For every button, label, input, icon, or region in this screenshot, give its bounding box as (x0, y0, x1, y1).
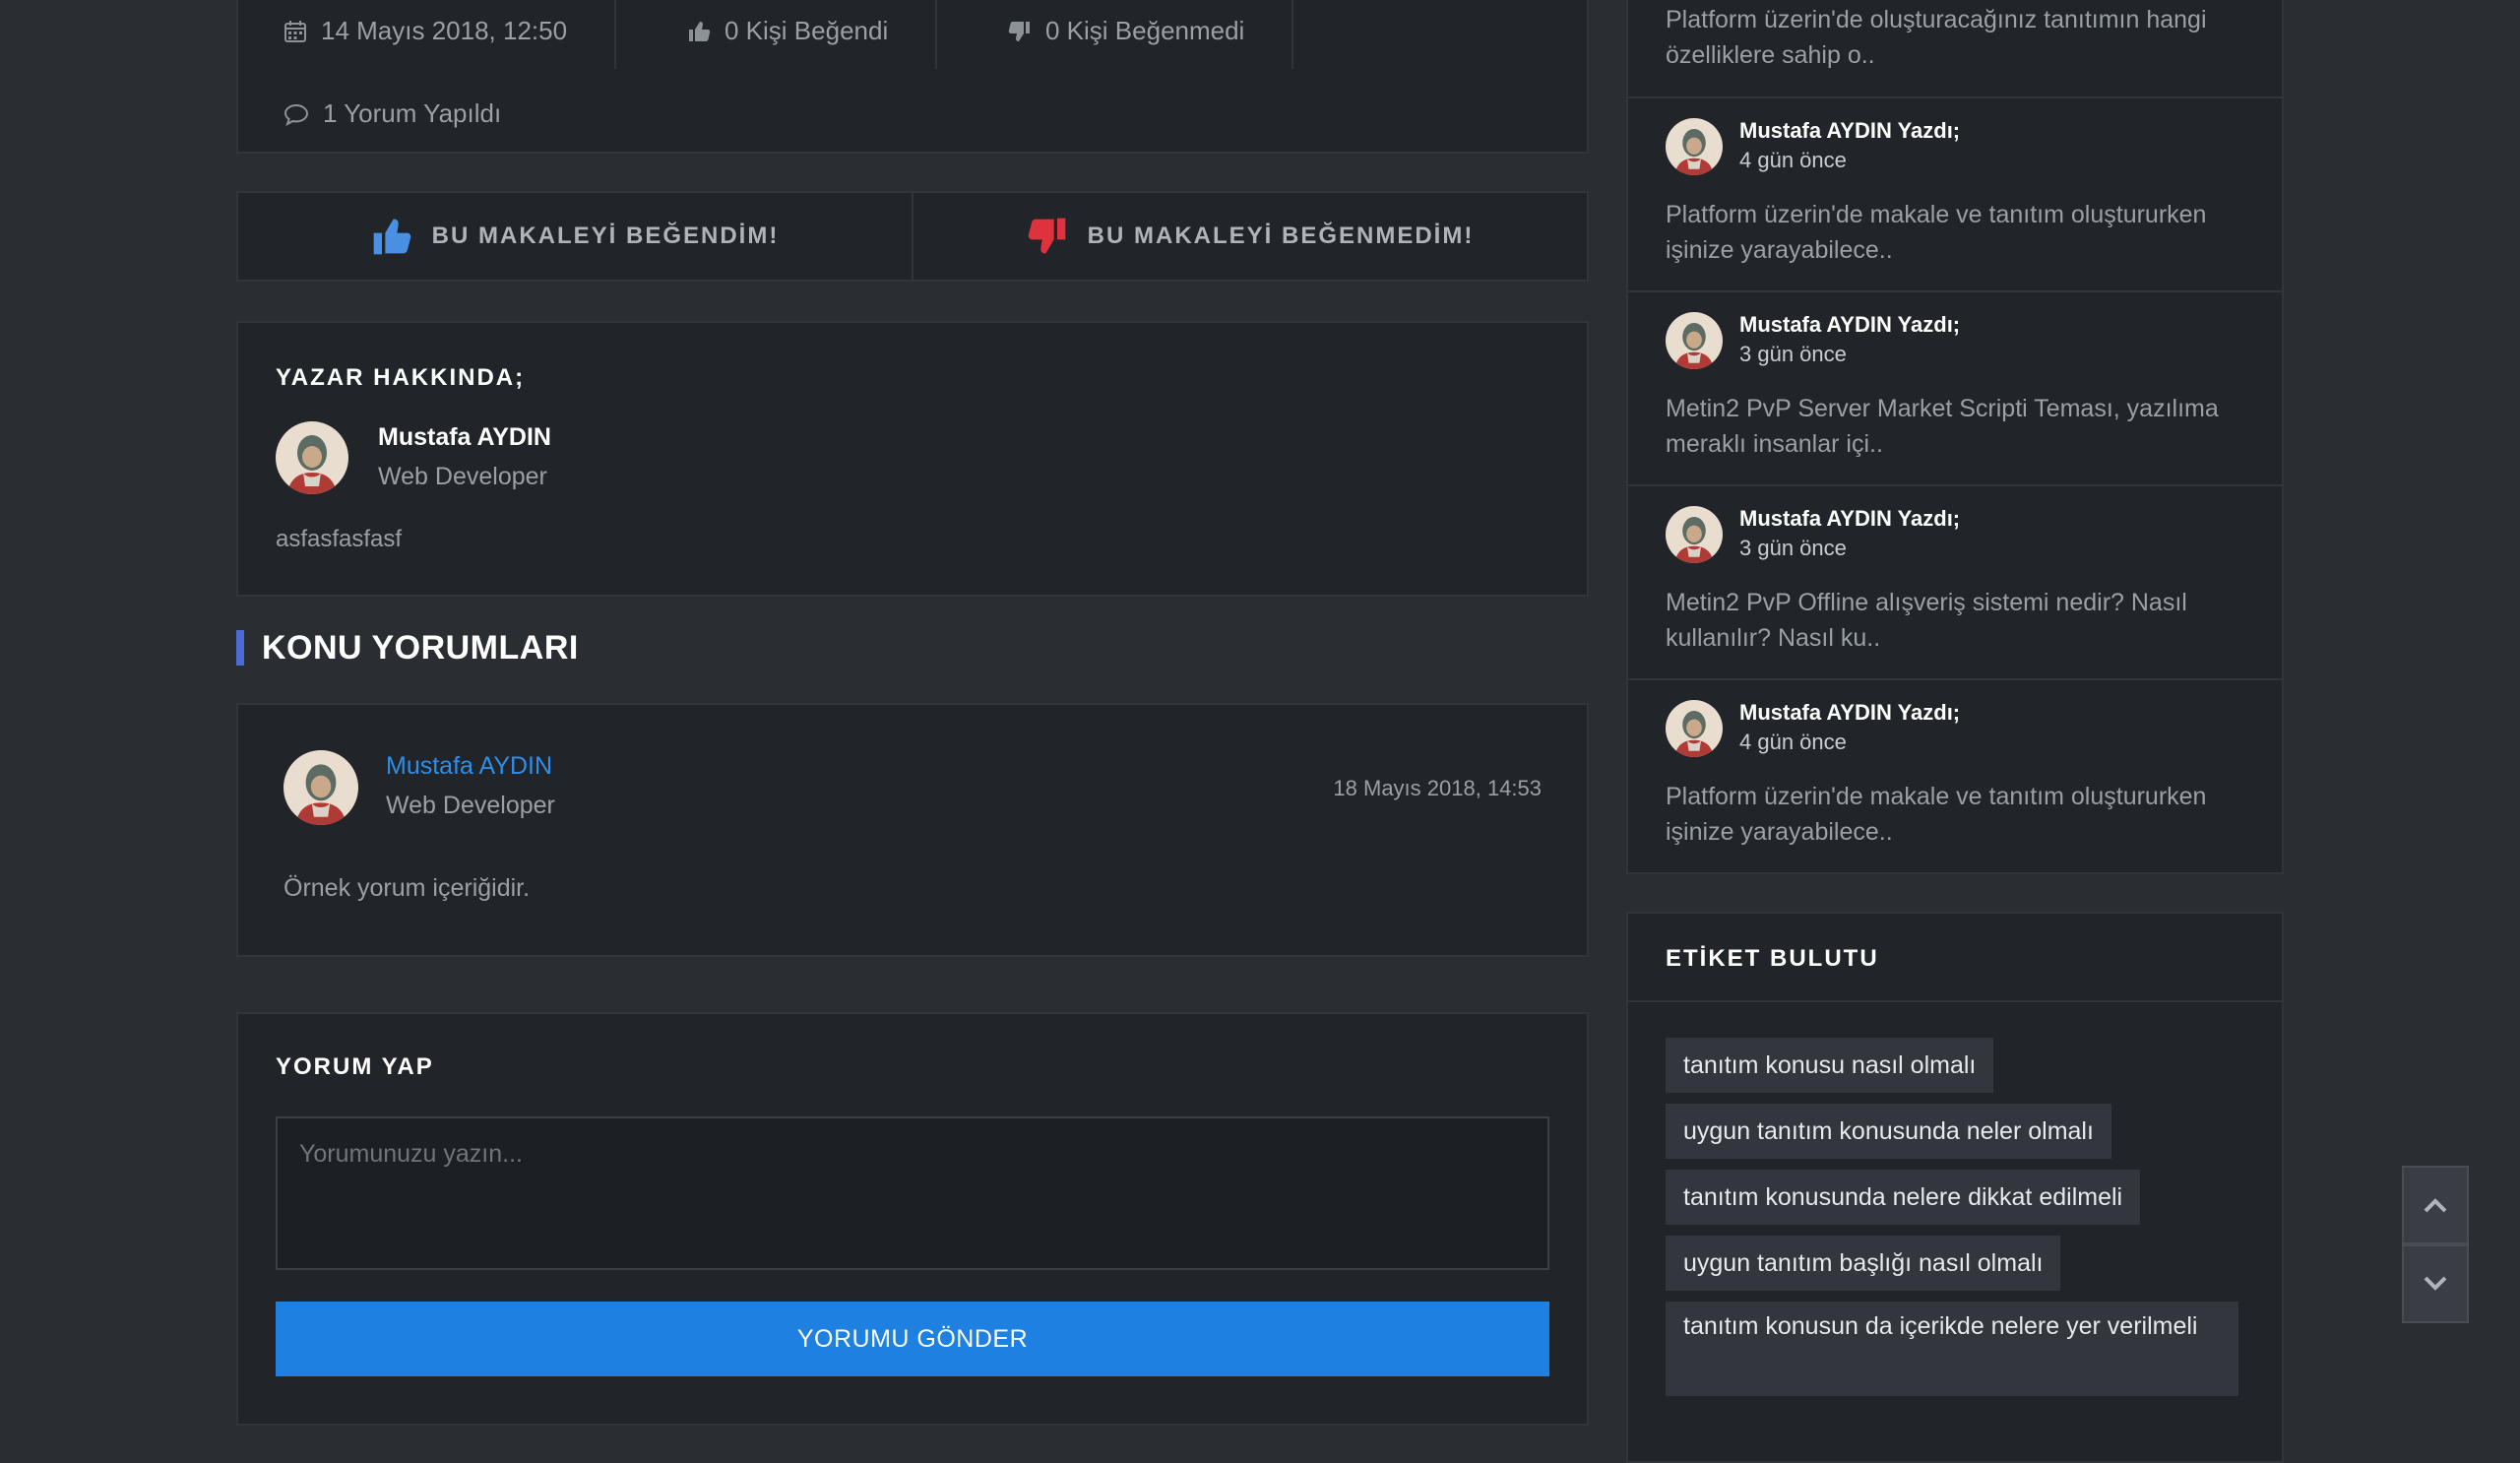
recent-post-author: Mustafa AYDIN Yazdı; (1739, 506, 1961, 531)
avatar (1666, 506, 1723, 563)
avatar (1666, 700, 1723, 757)
recent-post-title[interactable]: Platform üzerin'de makale ve tanıtım olu… (1666, 197, 2256, 268)
divider (1628, 1000, 2282, 1002)
recent-post-time: 3 gün önce (1739, 342, 1847, 366)
avatar (284, 750, 358, 825)
dislike-button-label: BU MAKALEYİ BEĞENMEDİM! (1087, 223, 1475, 249)
tag-cloud-panel: ETİKET BULUTU tanıtım konusu nasıl olmal… (1626, 912, 2284, 1463)
tag-item[interactable]: uygun tanıtım konusunda neler olmalı (1666, 1104, 2111, 1159)
meta-comments: 1 Yorum Yapıldı (284, 98, 501, 129)
recent-post-item[interactable]: Mustafa AYDIN Yazdı; 4 gün önce Platform… (1628, 98, 2282, 292)
thumbs-down-icon (1008, 21, 1030, 41)
recent-post-title[interactable]: Metin2 PvP Offline alışveriş sistemi ned… (1666, 585, 2256, 656)
recent-post-item[interactable]: Platform üzerin'de oluşturacağınız tanıt… (1628, 0, 2282, 98)
like-button[interactable]: BU MAKALEYİ BEĞENDİM! (238, 193, 912, 280)
recent-post-author: Mustafa AYDIN Yazdı; (1739, 700, 1961, 725)
author-bio: asfasfasfasf (276, 526, 403, 552)
form-heading: YORUM YAP (276, 1053, 434, 1080)
avatar (1666, 118, 1723, 175)
comment-author-link[interactable]: Mustafa AYDIN (386, 752, 552, 781)
chevron-down-icon (2424, 1276, 2447, 1291)
speech-bubble-icon (284, 103, 309, 126)
author-panel: YAZAR HAKKINDA; Mustafa AYDIN Web Develo… (236, 321, 1589, 597)
meta-likes: 0 Kişi Beğendi (687, 16, 888, 46)
scroll-down-button[interactable] (2402, 1244, 2469, 1323)
recent-post-time: 3 gün önce (1739, 536, 1847, 560)
submit-comment-button[interactable]: YORUMU GÖNDER (276, 1302, 1549, 1376)
divider (1292, 0, 1293, 69)
recent-post-item[interactable]: Mustafa AYDIN Yazdı; 3 gün önce Metin2 P… (1628, 486, 2282, 680)
avatar (1666, 312, 1723, 369)
dislike-button[interactable]: BU MAKALEYİ BEĞENMEDİM! (912, 193, 1587, 280)
chevron-up-icon (2424, 1198, 2447, 1213)
comment-item: Mustafa AYDIN Web Developer 18 Mayıs 201… (236, 703, 1589, 957)
thumbs-up-icon (373, 219, 410, 255)
recent-post-author: Mustafa AYDIN Yazdı; (1739, 118, 1961, 143)
vote-panel: BU MAKALEYİ BEĞENDİM! BU MAKALEYİ BEĞENM… (236, 191, 1589, 282)
recent-post-item[interactable]: Mustafa AYDIN Yazdı; 4 gün önce Platform… (1628, 680, 2282, 874)
tag-cloud-heading: ETİKET BULUTU (1666, 945, 1879, 972)
tag-item[interactable]: tanıtım konusu nasıl olmalı (1666, 1038, 1994, 1093)
author-role: Web Developer (378, 463, 547, 490)
comment-date: 18 Mayıs 2018, 14:53 (1333, 776, 1542, 800)
meta-date-text: 14 Mayıs 2018, 12:50 (321, 16, 568, 45)
avatar (276, 421, 348, 494)
tag-item[interactable]: uygun tanıtım başlığı nasıl olmalı (1666, 1236, 2061, 1291)
comment-form: YORUM YAP YORUMU GÖNDER (236, 1012, 1589, 1426)
calendar-icon (284, 20, 306, 42)
meta-dislikes: 0 Kişi Beğenmedi (1008, 16, 1244, 46)
author-heading: YAZAR HAKKINDA; (276, 364, 526, 391)
tag-item[interactable]: tanıtım konusun da içerikde nelere yer v… (1666, 1302, 2238, 1396)
thumbs-up-icon (689, 21, 711, 41)
recent-post-title[interactable]: Platform üzerin'de oluşturacağınız tanıt… (1666, 2, 2256, 73)
comment-author-role: Web Developer (386, 792, 555, 819)
thumbs-down-icon (1028, 218, 1065, 254)
divider (935, 0, 937, 69)
divider (614, 0, 616, 69)
comments-title-text: KONU YORUMLARI (262, 628, 579, 667)
recent-post-author: Mustafa AYDIN Yazdı; (1739, 312, 1961, 337)
scroll-up-button[interactable] (2402, 1166, 2469, 1244)
comments-section-title: KONU YORUMLARI (236, 628, 579, 667)
meta-likes-text: 0 Kişi Beğendi (724, 16, 889, 45)
author-name[interactable]: Mustafa AYDIN (378, 423, 551, 452)
meta-date: 14 Mayıs 2018, 12:50 (284, 16, 567, 46)
article-meta-panel: 14 Mayıs 2018, 12:50 0 Kişi Beğendi 0 Ki… (236, 0, 1589, 154)
recent-post-title[interactable]: Platform üzerin'de makale ve tanıtım olu… (1666, 779, 2256, 850)
like-button-label: BU MAKALEYİ BEĞENDİM! (431, 223, 780, 249)
recent-post-time: 4 gün önce (1739, 148, 1847, 172)
tag-item[interactable]: tanıtım konusunda nelere dikkat edilmeli (1666, 1170, 2141, 1225)
meta-comments-text: 1 Yorum Yapıldı (323, 98, 502, 128)
comment-textarea[interactable] (276, 1116, 1549, 1270)
recent-post-item[interactable]: Mustafa AYDIN Yazdı; 3 gün önce Metin2 P… (1628, 292, 2282, 486)
title-accent-bar (236, 630, 244, 666)
recent-posts-panel: Platform üzerin'de oluşturacağınız tanıt… (1626, 0, 2284, 874)
meta-dislikes-text: 0 Kişi Beğenmedi (1045, 16, 1245, 45)
recent-post-title[interactable]: Metin2 PvP Server Market Scripti Teması,… (1666, 391, 2256, 462)
recent-post-time: 4 gün önce (1739, 730, 1847, 754)
comment-text: Örnek yorum içeriğidir. (284, 874, 531, 902)
